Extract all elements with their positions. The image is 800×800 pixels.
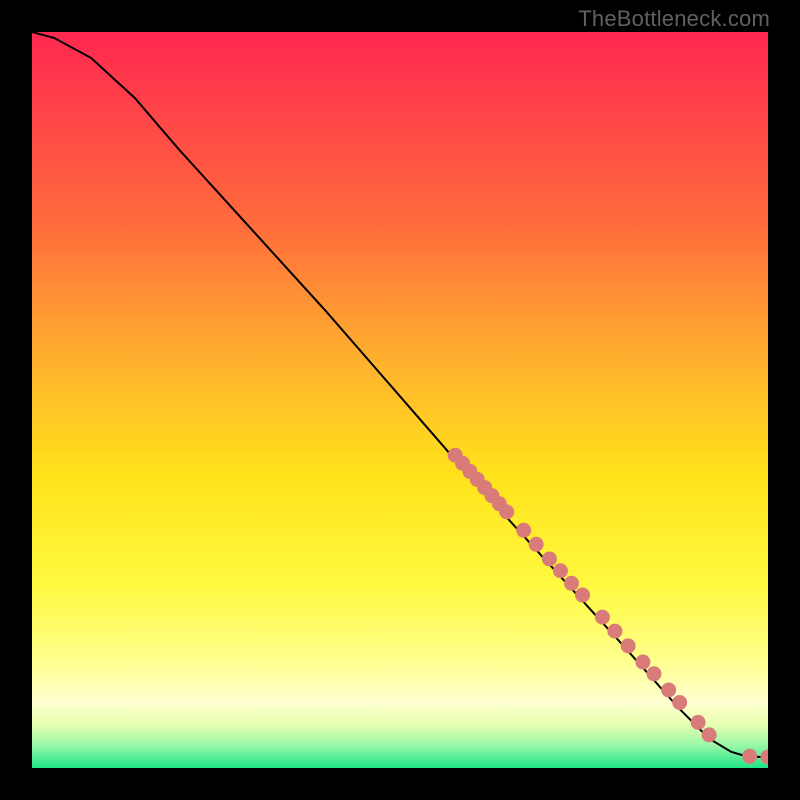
chart-marker bbox=[516, 523, 531, 538]
chart-marker bbox=[691, 715, 706, 730]
chart-marker bbox=[607, 624, 622, 639]
chart-marker bbox=[672, 695, 687, 710]
chart-marker bbox=[621, 638, 636, 653]
chart-marker bbox=[742, 749, 757, 764]
chart-marker bbox=[702, 727, 717, 742]
chart-marker bbox=[564, 576, 579, 591]
chart-marker bbox=[646, 666, 661, 681]
chart-marker bbox=[635, 655, 650, 670]
chart-svg bbox=[32, 32, 768, 768]
chart-marker bbox=[595, 610, 610, 625]
watermark-text: TheBottleneck.com bbox=[578, 6, 770, 32]
chart-marker bbox=[575, 588, 590, 603]
chart-marker bbox=[553, 563, 568, 578]
chart-marker bbox=[661, 682, 676, 697]
chart-marker bbox=[542, 551, 557, 566]
chart-background-gradient bbox=[32, 32, 768, 768]
chart-marker bbox=[529, 537, 544, 552]
chart-marker bbox=[499, 504, 514, 519]
chart-plot-area bbox=[32, 32, 768, 768]
